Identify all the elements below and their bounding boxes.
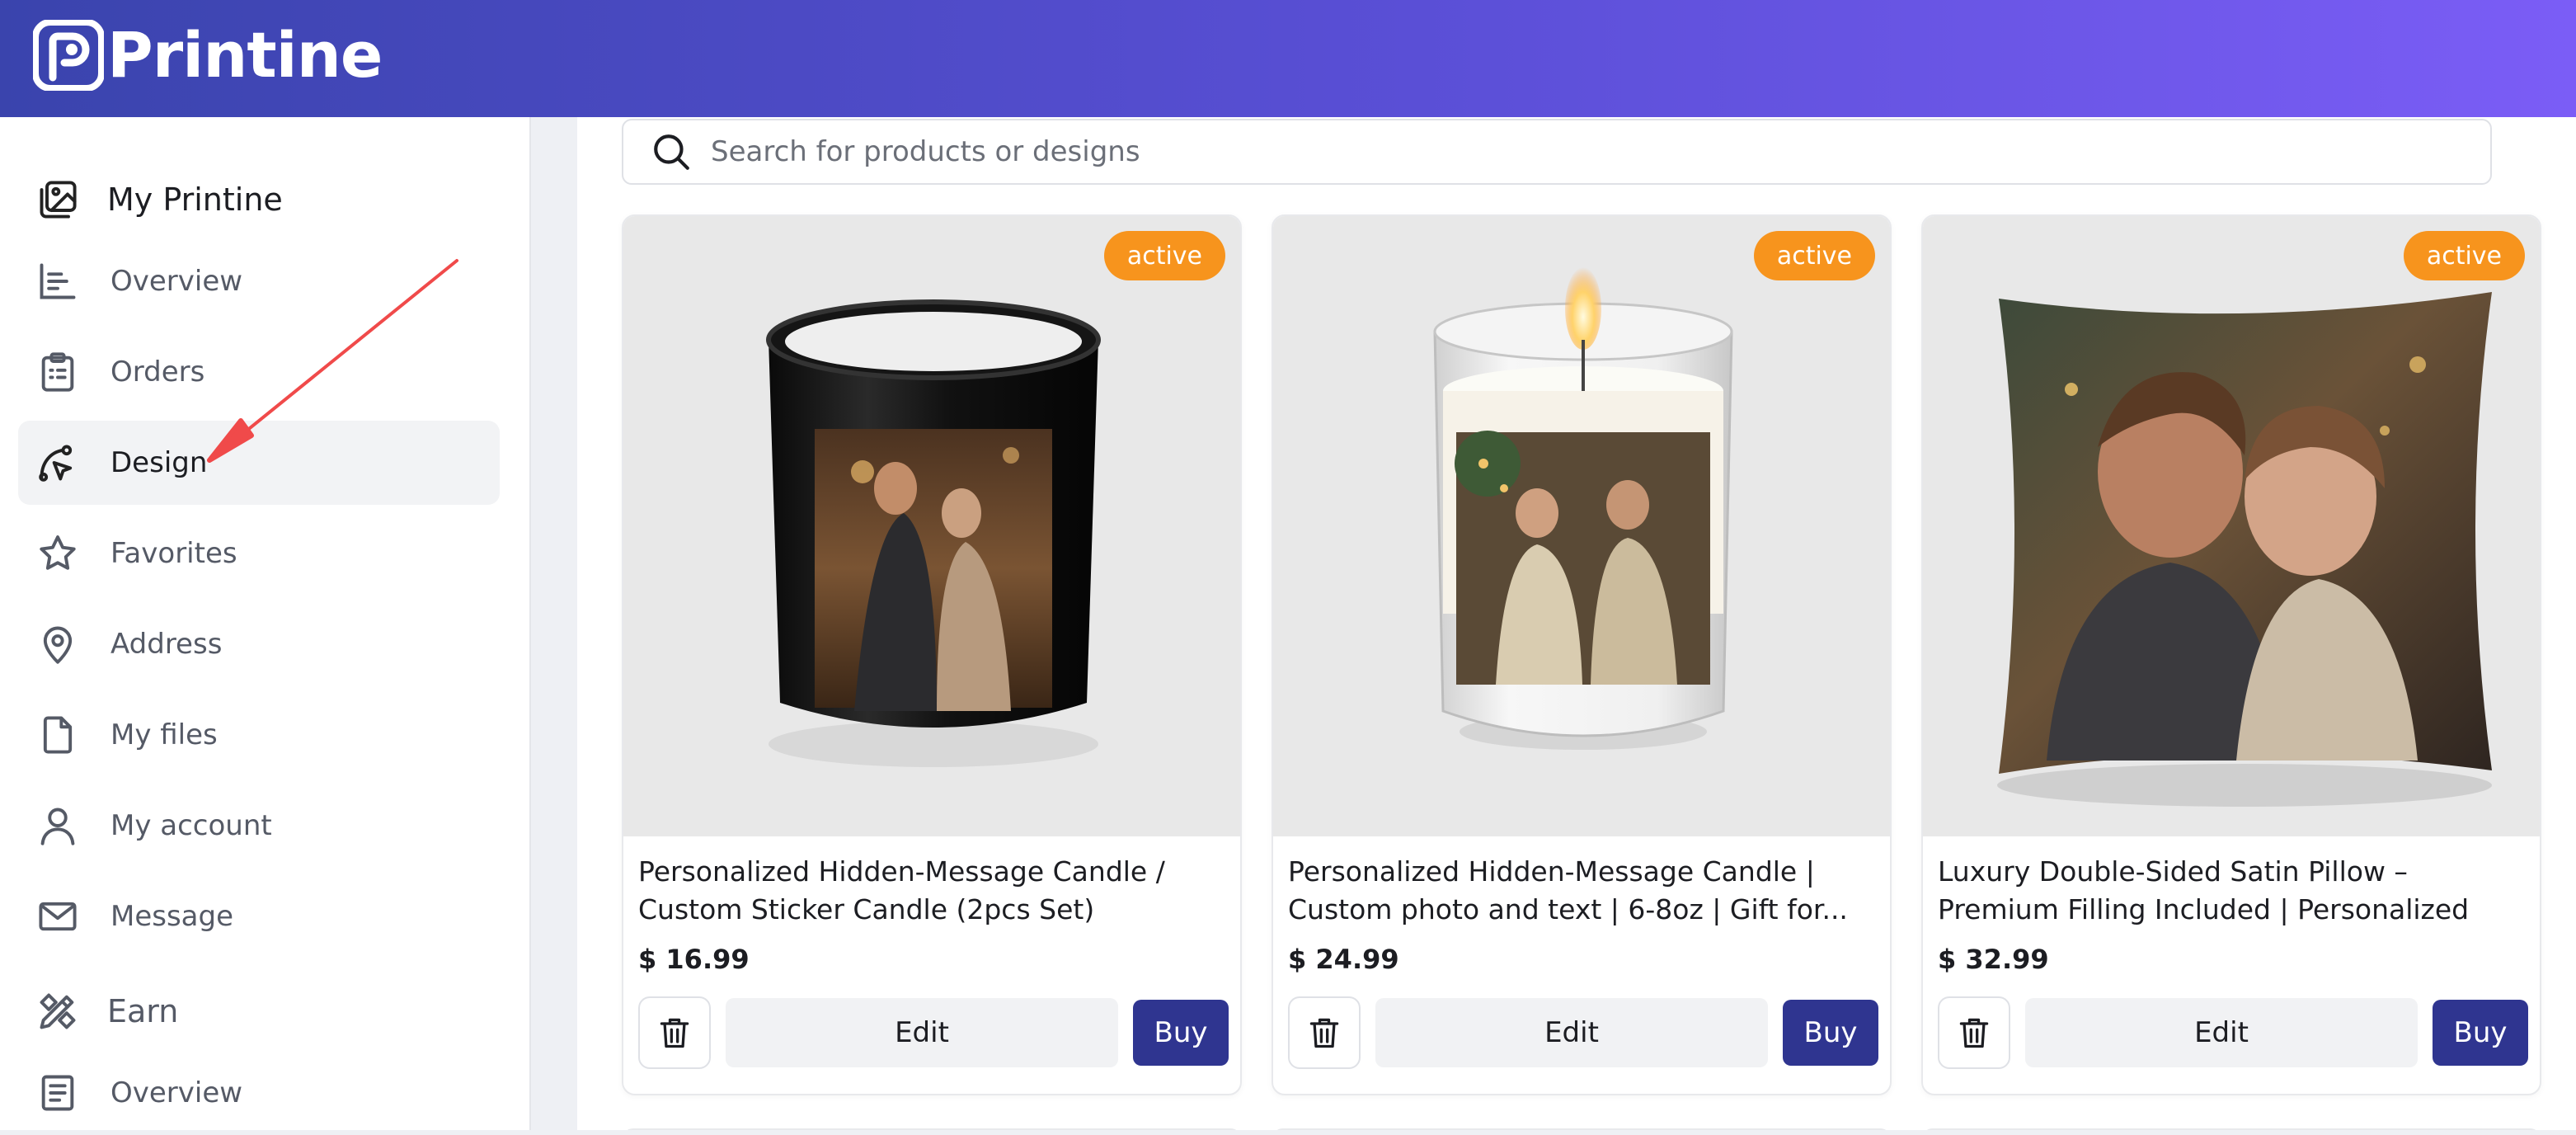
product-title[interactable]: Personalized Hidden-Message Candle | Cus… <box>1288 853 1878 929</box>
search-input[interactable] <box>711 135 2442 168</box>
sidebar: My Printine Overview Orders Design Favor… <box>0 117 531 1130</box>
edit-button[interactable]: Edit <box>726 998 1118 1067</box>
sidebar-item-address[interactable]: Address <box>18 602 500 686</box>
product-card[interactable]: active Luxury Double-Sided Satin Pillow … <box>1921 214 2541 1095</box>
file-icon <box>35 712 81 758</box>
search-bar[interactable] <box>622 119 2492 185</box>
product-price: $ 32.99 <box>1938 944 2049 975</box>
sidebar-section-label: Earn <box>107 993 179 1029</box>
product-card[interactable]: active Personalized Hidden-Message Candl… <box>1272 214 1892 1095</box>
star-icon <box>35 530 81 577</box>
printine-logo-icon <box>32 18 105 92</box>
trash-icon <box>1309 1018 1339 1048</box>
sidebar-item-overview[interactable]: Overview <box>18 239 500 323</box>
top-header: Printine <box>0 0 2576 117</box>
sidebar-item-label: Favorites <box>110 537 237 570</box>
edit-button[interactable]: Edit <box>1375 998 1768 1067</box>
pen-curve-icon <box>35 440 81 486</box>
pencil-ruler-icon <box>35 988 81 1034</box>
clipboard-icon <box>35 349 81 395</box>
document-list-icon <box>35 1070 81 1116</box>
sidebar-item-my-files[interactable]: My files <box>18 693 500 777</box>
sidebar-item-label: Orders <box>110 356 205 389</box>
app-name: Printine <box>107 18 383 92</box>
trash-icon <box>660 1018 689 1048</box>
product-image-glass-candle[interactable] <box>1273 216 1890 836</box>
buy-button[interactable]: Buy <box>1133 1000 1229 1066</box>
product-price: $ 24.99 <box>1288 944 1399 975</box>
product-price: $ 16.99 <box>638 944 750 975</box>
sidebar-section-label: My Printine <box>107 181 283 218</box>
sidebar-section-earn[interactable]: Earn <box>35 988 178 1034</box>
chart-list-icon <box>35 258 81 304</box>
product-title[interactable]: Luxury Double-Sided Satin Pillow – Premi… <box>1938 853 2528 929</box>
sidebar-item-favorites[interactable]: Favorites <box>18 511 500 596</box>
status-badge: active <box>1103 231 1225 280</box>
sidebar-item-label: My files <box>110 718 218 751</box>
sidebar-item-my-account[interactable]: My account <box>18 784 500 868</box>
mail-icon <box>35 893 81 940</box>
delete-button[interactable] <box>1288 996 1361 1069</box>
trash-icon <box>1959 1018 1989 1048</box>
product-actions: Edit Buy <box>1288 996 1878 1069</box>
delete-button[interactable] <box>638 996 711 1069</box>
product-actions: Edit Buy <box>638 996 1229 1069</box>
image-gallery-icon <box>35 177 81 223</box>
buy-button[interactable]: Buy <box>2433 1000 2528 1066</box>
sidebar-item-label: Overview <box>110 265 243 298</box>
product-image-black-candle[interactable] <box>623 216 1240 836</box>
sidebar-item-label: Address <box>110 628 223 661</box>
buy-button[interactable]: Buy <box>1783 1000 1878 1066</box>
sidebar-item-message[interactable]: Message <box>18 874 500 958</box>
sidebar-item-label: Overview <box>110 1076 243 1109</box>
status-badge: active <box>1753 231 1875 280</box>
main-content: active Personalized Hidden-Message Candl… <box>577 117 2576 1130</box>
sidebar-item-label: Message <box>110 900 234 933</box>
sidebar-item-orders[interactable]: Orders <box>18 330 500 414</box>
sidebar-item-label: My account <box>110 809 272 842</box>
sidebar-item-label: Design <box>110 446 208 479</box>
printine-logo[interactable]: Printine <box>32 18 383 92</box>
product-title[interactable]: Personalized Hidden-Message Candle / Cus… <box>638 853 1229 929</box>
map-pin-icon <box>35 621 81 667</box>
status-badge: active <box>2403 231 2525 280</box>
sidebar-section-my-printine[interactable]: My Printine <box>35 177 283 223</box>
search-icon <box>648 129 694 175</box>
sidebar-item-earn-overview[interactable]: Overview <box>18 1051 500 1135</box>
edit-button[interactable]: Edit <box>2025 998 2418 1067</box>
product-actions: Edit Buy <box>1938 996 2528 1069</box>
user-icon <box>35 803 81 849</box>
sidebar-item-design[interactable]: Design <box>18 421 500 505</box>
product-image-satin-pillow[interactable] <box>1923 216 2540 836</box>
delete-button[interactable] <box>1938 996 2010 1069</box>
product-card[interactable]: active Personalized Hidden-Message Candl… <box>622 214 1242 1095</box>
